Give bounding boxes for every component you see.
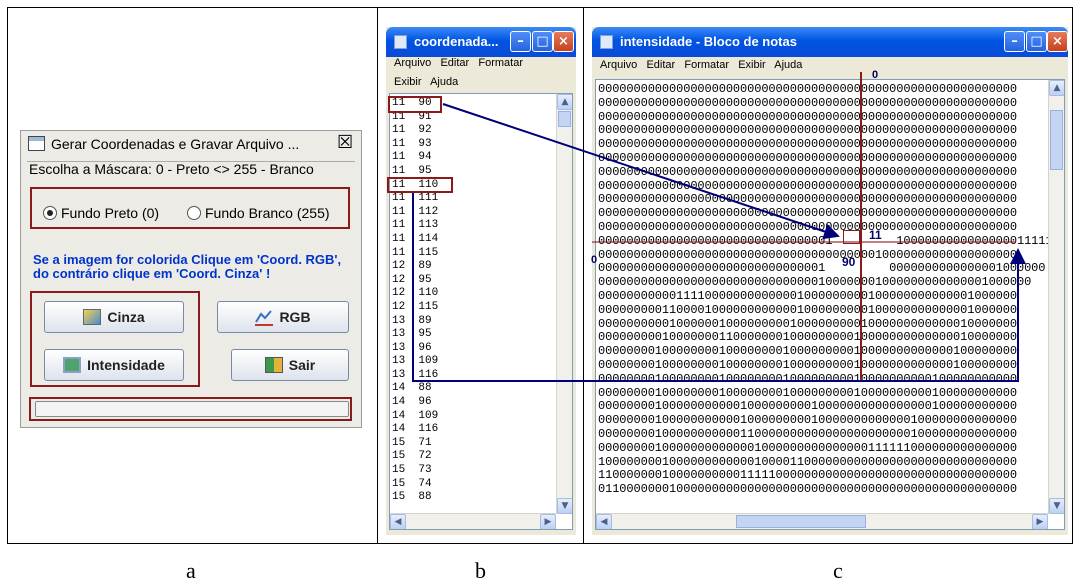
caption-a: a xyxy=(186,558,196,583)
caption-b: b xyxy=(475,558,486,583)
connector-arrows xyxy=(412,103,1026,382)
caption-c: c xyxy=(833,558,843,583)
arrow-row-90 xyxy=(442,103,840,240)
arrow-row-110 xyxy=(412,193,1026,382)
